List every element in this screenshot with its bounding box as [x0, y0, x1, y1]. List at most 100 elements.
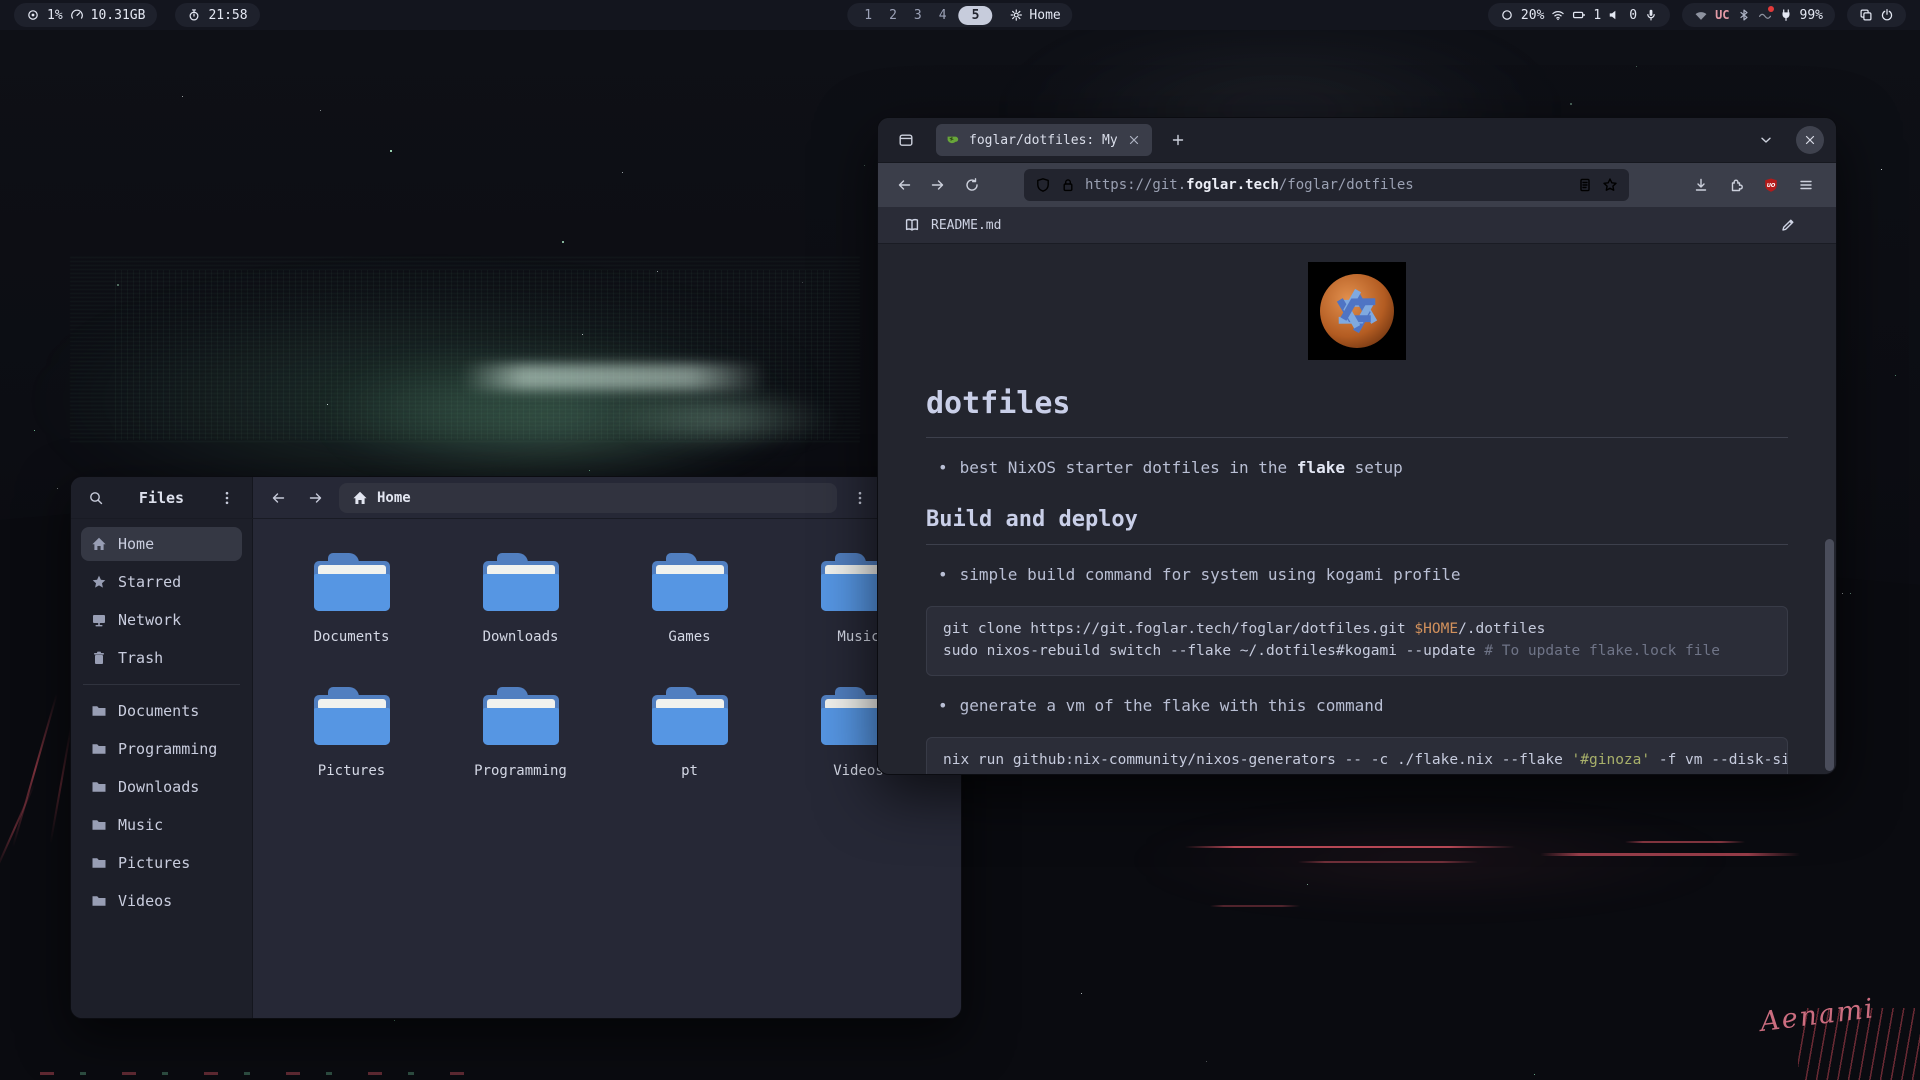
tray-pill[interactable]: UC 99%	[1682, 3, 1835, 27]
folder-item-programming[interactable]: Programming	[436, 687, 605, 813]
folder-icon	[652, 553, 728, 611]
toolbar-right: UO	[1685, 169, 1826, 201]
folder-label: Programming	[474, 763, 567, 779]
sidebar-item-pictures[interactable]: Pictures	[81, 846, 242, 880]
folder-label: Music	[837, 629, 879, 645]
forward-button[interactable]	[301, 483, 331, 513]
device-manager-tray-icon[interactable]	[1758, 8, 1772, 22]
sidebar-item-label: Starred	[118, 573, 181, 591]
readme-header-row: README.md	[878, 207, 1836, 244]
active-tab[interactable]: foglar/dotfiles: My	[936, 124, 1152, 156]
sidebar-item-trash[interactable]: Trash	[81, 641, 242, 675]
app-menu-button[interactable]	[1790, 169, 1822, 201]
tracking-protection-shield-icon[interactable]	[1035, 177, 1051, 193]
bluetooth-icon[interactable]	[1737, 8, 1751, 22]
battery-percent: 99%	[1800, 8, 1823, 23]
microphone-icon	[1644, 8, 1658, 22]
sidebar-item-downloads[interactable]: Downloads	[81, 770, 242, 804]
memory-gauge-icon	[70, 8, 84, 22]
folder-label: Downloads	[483, 629, 559, 645]
sidebar-item-documents[interactable]: Documents	[81, 694, 242, 728]
folder-item-downloads[interactable]: Downloads	[436, 553, 605, 679]
path-menu-button[interactable]	[845, 483, 875, 513]
browser-back-button[interactable]	[888, 169, 920, 201]
power-icon[interactable]	[1880, 8, 1894, 22]
extensions-button[interactable]	[1720, 169, 1752, 201]
edit-pencil-icon[interactable]	[1780, 217, 1796, 233]
folder-item-games[interactable]: Games	[605, 553, 774, 679]
device-count: 1	[1593, 8, 1601, 23]
controls-pill[interactable]: 20% 1 0	[1488, 3, 1670, 27]
reload-button[interactable]	[956, 169, 988, 201]
scrollbar-thumb[interactable]	[1825, 539, 1834, 771]
device-battery-icon	[1572, 8, 1586, 22]
mode-label: Home	[1029, 8, 1060, 23]
workspace-2[interactable]: 2	[884, 8, 902, 23]
browser-forward-button[interactable]	[922, 169, 954, 201]
folder-icon	[483, 553, 559, 611]
back-button[interactable]	[263, 483, 293, 513]
tab-title: foglar/dotfiles: My	[969, 133, 1117, 148]
system-stats-pill[interactable]: 1% 10.31GB	[14, 3, 157, 27]
workspace-4[interactable]: 4	[934, 8, 952, 23]
window-close-button[interactable]	[1796, 126, 1824, 154]
code-block-build[interactable]: git clone https://git.foglar.tech/foglar…	[926, 606, 1788, 676]
clock: 21:58	[208, 8, 247, 23]
tab-close-button[interactable]	[1125, 131, 1143, 149]
home-icon	[91, 536, 107, 552]
files-sidebar: Home Starred Network Trash Document	[71, 519, 253, 1019]
network-icon	[91, 612, 107, 628]
folder-item-pt[interactable]: pt	[605, 687, 774, 813]
red-glitch-dash	[1298, 861, 1478, 863]
tab-bar: foglar/dotfiles: My	[878, 118, 1836, 162]
ublock-origin-button[interactable]: UO	[1755, 169, 1787, 201]
workspace-5-active[interactable]: 5	[959, 6, 993, 25]
memory-usage: 10.31GB	[91, 8, 146, 23]
clipboard-icon[interactable]	[1859, 8, 1873, 22]
clock-pill[interactable]: 21:58	[175, 3, 259, 27]
folder-icon	[91, 741, 107, 757]
scrollbar[interactable]	[1825, 244, 1834, 771]
url-bar[interactable]: https://git.foglar.tech/foglar/dotfiles	[1024, 169, 1629, 201]
workspace-3[interactable]: 3	[909, 8, 927, 23]
arrow-left-icon	[896, 177, 912, 193]
new-tab-button[interactable]	[1162, 124, 1194, 156]
code-block-vm[interactable]: nix run github:nix-community/nixos-gener…	[926, 737, 1788, 775]
lock-icon[interactable]	[1060, 177, 1076, 193]
topbar-left: 1% 10.31GB 21:58	[14, 3, 260, 27]
folder-item-documents[interactable]: Documents	[267, 553, 436, 679]
bookmark-star-icon[interactable]	[1602, 177, 1618, 193]
files-sidebar-menu-button[interactable]	[212, 483, 242, 513]
url-scheme: https://git.	[1085, 177, 1186, 193]
sidebar-item-network[interactable]: Network	[81, 603, 242, 637]
downloads-button[interactable]	[1685, 169, 1717, 201]
folder-item-pictures[interactable]: Pictures	[267, 687, 436, 813]
sidebar-item-videos[interactable]: Videos	[81, 884, 242, 918]
build-list: simple build command for system using ko…	[926, 565, 1788, 584]
chevron-down-icon	[1758, 132, 1774, 148]
readme-filename: README.md	[931, 218, 1001, 233]
cpu-usage: 1%	[47, 8, 63, 23]
close-icon	[1803, 133, 1817, 147]
input-method-tray-icon[interactable]: UC	[1715, 8, 1729, 22]
breadcrumb: Home	[377, 490, 411, 506]
list-all-tabs-button[interactable]	[1750, 124, 1782, 156]
mode-indicator[interactable]: Home	[1009, 8, 1060, 23]
notification-dot	[1768, 6, 1774, 12]
workspace-1[interactable]: 1	[859, 8, 877, 23]
sidebar-item-programming[interactable]: Programming	[81, 732, 242, 766]
top-bar: 1% 10.31GB 21:58 1 2 3 4 5 Home	[0, 0, 1920, 30]
nix-snowflake-icon	[1314, 268, 1400, 354]
sidebar-item-home[interactable]: Home	[81, 527, 242, 561]
folder-icon	[91, 779, 107, 795]
files-search-button[interactable]	[81, 483, 111, 513]
red-haze	[1120, 810, 1740, 910]
firefox-view-button[interactable]	[890, 124, 922, 156]
star-icon	[91, 574, 107, 590]
files-window: Files Home	[70, 476, 962, 1019]
path-bar[interactable]: Home	[339, 483, 837, 513]
sidebar-item-starred[interactable]: Starred	[81, 565, 242, 599]
sidebar-item-music[interactable]: Music	[81, 808, 242, 842]
reader-mode-icon[interactable]	[1577, 177, 1593, 193]
network-tray-icon[interactable]	[1694, 8, 1708, 22]
